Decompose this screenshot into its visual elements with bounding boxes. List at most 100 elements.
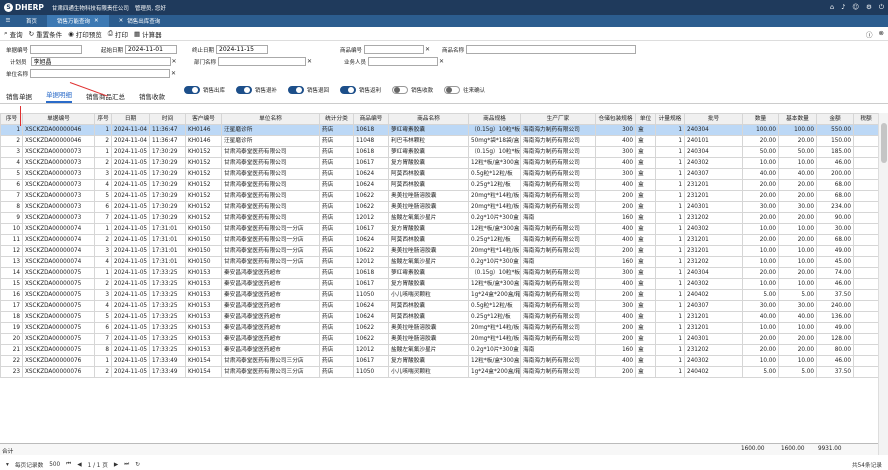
table-row[interactable]: 10 XSCKZDA00000074 1 2024-11-05 17:31:01 KH01… [0, 223, 878, 235]
toggle-item[interactable]: 销售退回 [288, 86, 329, 94]
query-button[interactable]: ⌕ 查询 [4, 29, 23, 39]
clear-icon[interactable]: ✕ [172, 58, 177, 65]
table-row[interactable]: 19 XSCKZDA00000075 6 2024-11-05 17:33:25 KH01… [0, 322, 878, 334]
table-row[interactable]: 7 XSCKZDA00000073 5 2024-11-05 17:30:29 KH015… [0, 190, 878, 202]
dept-input[interactable] [218, 57, 307, 66]
bell-icon[interactable]: ♪ [841, 3, 845, 12]
column-header[interactable]: 基本数量 [778, 113, 817, 125]
reset-button[interactable]: ↻ 重置条件 [29, 29, 62, 39]
column-header[interactable]: 序号 [94, 113, 112, 125]
refresh-icon[interactable]: ↻ [135, 462, 140, 468]
doc-no-input[interactable] [30, 45, 83, 54]
table-row[interactable]: 12 XSCKZDA00000074 3 2024-11-05 17:31:01 KH01… [0, 245, 878, 257]
unit-name-input[interactable] [30, 69, 171, 78]
column-header[interactable]: 仓储包装规格 [595, 113, 636, 125]
user-icon[interactable]: ☺ [852, 3, 859, 12]
clear-icon[interactable]: ✕ [439, 58, 444, 65]
table-row[interactable]: 1 XSCKZDA00000046 1 2024-11-04 11:36:47 KH014… [0, 124, 878, 136]
close-icon[interactable]: ✕ [94, 18, 99, 24]
table-row[interactable]: 15 XSCKZDA00000075 2 2024-11-05 17:33:25 KH01… [0, 278, 878, 290]
page-size-value[interactable]: 500 [49, 462, 60, 468]
table-row[interactable]: 16 XSCKZDA00000075 3 2024-11-05 17:33:25 KH01… [0, 289, 878, 301]
home-icon[interactable]: ⌂ [830, 3, 834, 12]
clear-icon[interactable]: ✕ [425, 46, 430, 53]
last-page-icon[interactable]: ⏭ [124, 461, 129, 468]
subtab-sales-receipt[interactable]: 销售收款 [139, 91, 165, 103]
column-header[interactable]: 商品编号 [353, 113, 389, 125]
close-icon[interactable]: ⊗ [879, 29, 884, 39]
column-header[interactable]: 时间 [149, 113, 186, 125]
subtab-product-summary[interactable]: 销售商品汇总 [86, 91, 125, 103]
column-header[interactable]: 统计分类 [319, 113, 354, 125]
clear-icon[interactable]: ✕ [307, 58, 312, 65]
table-row[interactable]: 6 XSCKZDA00000073 4 2024-11-05 17:30:29 KH015… [0, 179, 878, 191]
toggle-switch[interactable] [392, 86, 409, 94]
table-row[interactable]: 13 XSCKZDA00000074 4 2024-11-05 17:31:01 KH01… [0, 256, 878, 268]
table-row[interactable]: 4 XSCKZDA00000073 2 2024-11-05 17:30:29 KH015… [0, 157, 878, 169]
toggle-switch[interactable] [236, 86, 253, 94]
next-page-icon[interactable]: ▶ [114, 462, 118, 468]
first-page-icon[interactable]: ⏮ [66, 461, 71, 468]
print-preview-button[interactable]: ◉ 打印预览 [68, 29, 102, 39]
close-icon[interactable]: ✕ [119, 18, 124, 24]
gear-icon[interactable]: ⚙ [866, 3, 872, 12]
toggle-item[interactable]: 销售返利 [340, 86, 381, 94]
prev-page-icon[interactable]: ◀ [77, 462, 81, 468]
table-row[interactable]: 8 XSCKZDA00000073 6 2024-11-05 17:30:29 KH015… [0, 201, 878, 213]
table-row[interactable]: 5 XSCKZDA00000073 3 2024-11-05 17:30:29 KH015… [0, 168, 878, 180]
column-header[interactable]: 单据编号 [22, 113, 95, 125]
product-no-input[interactable] [364, 45, 425, 54]
column-header[interactable]: 金额 [816, 113, 854, 125]
column-header[interactable]: 计量规格 [655, 113, 685, 125]
table-row[interactable]: 22 XSCKZDA00000076 1 2024-11-05 17:33:49 KH01… [0, 355, 878, 367]
table-row[interactable]: 14 XSCKZDA00000075 1 2024-11-05 17:33:25 KH01… [0, 267, 878, 279]
table-row[interactable]: 20 XSCKZDA00000075 7 2024-11-05 17:33:25 KH01… [0, 333, 878, 345]
column-header[interactable]: 日期 [111, 113, 150, 125]
table-cell: 盒 [635, 146, 656, 158]
toggle-item[interactable]: 销售出库 [184, 86, 225, 94]
toggle-switch[interactable] [444, 86, 461, 94]
column-header[interactable]: 数量 [742, 113, 779, 125]
toggle-item[interactable]: 往来确认 [444, 86, 485, 94]
scroll-thumb[interactable] [881, 123, 887, 163]
table-row[interactable]: 9 XSCKZDA00000073 7 2024-11-05 17:30:29 KH015… [0, 212, 878, 224]
subtab-doc-detail[interactable]: 单据明细 [46, 89, 72, 103]
table-row[interactable]: 17 XSCKZDA00000075 4 2024-11-05 17:33:25 KH01… [0, 300, 878, 312]
table-row[interactable]: 11 XSCKZDA00000074 2 2024-11-05 17:31:01 KH01… [0, 234, 878, 246]
salesman-input[interactable] [368, 57, 439, 66]
toggle-switch[interactable] [184, 86, 200, 94]
end-date-input[interactable] [216, 45, 269, 54]
toggle-switch[interactable] [340, 86, 357, 94]
planner-input[interactable] [30, 57, 171, 66]
tab-sales-query[interactable]: 销售万能查询 ✕ [47, 15, 109, 27]
vertical-scrollbar[interactable] [878, 113, 888, 455]
page-size-dropdown[interactable]: ▾ [6, 462, 9, 468]
column-header[interactable]: 商品名称 [388, 113, 469, 125]
column-header[interactable]: 批号 [684, 113, 743, 125]
column-header[interactable]: 客户编号 [185, 113, 222, 125]
print-button[interactable]: ⎙ 打印 [108, 29, 128, 39]
table-row[interactable]: 21 XSCKZDA00000075 8 2024-11-05 17:33:25 KH01… [0, 344, 878, 356]
column-header[interactable]: 税额 [853, 113, 878, 125]
toggle-item[interactable]: 销售退补 [236, 86, 277, 94]
column-header[interactable]: 商品规格 [468, 113, 521, 125]
tab-home[interactable]: 首页 [16, 15, 47, 27]
toggle-switch[interactable] [288, 86, 305, 94]
column-header[interactable]: 生产厂家 [520, 113, 596, 125]
table-row[interactable]: 2 XSCKZDA00000046 2 2024-11-04 11:36:47 KH014… [0, 135, 878, 147]
menu-icon[interactable]: ☰ [0, 15, 16, 27]
clear-icon[interactable]: ✕ [171, 70, 176, 77]
table-row[interactable]: 18 XSCKZDA00000075 5 2024-11-05 17:33:25 KH01… [0, 311, 878, 323]
table-row[interactable]: 3 XSCKZDA00000073 1 2024-11-05 17:30:29 KH015… [0, 146, 878, 158]
toggle-item[interactable]: 销售收款 [392, 86, 433, 94]
subtab-sales-docs[interactable]: 销售单据 [6, 91, 32, 103]
help-icon[interactable]: ⓘ [866, 29, 873, 39]
power-icon[interactable]: ⏻ [879, 3, 884, 12]
column-header[interactable]: 单位名称 [221, 113, 320, 125]
column-header[interactable]: 单位 [635, 113, 656, 125]
table-row[interactable]: 23 XSCKZDA00000076 2 2024-11-05 17:33:49 KH01… [0, 366, 878, 378]
start-date-input[interactable] [125, 45, 178, 54]
product-name-input[interactable] [466, 45, 637, 54]
tab-sales-outbound[interactable]: ✕ 销售出库查询 [109, 15, 171, 27]
calculator-button[interactable]: ▦ 计算器 [134, 29, 162, 39]
